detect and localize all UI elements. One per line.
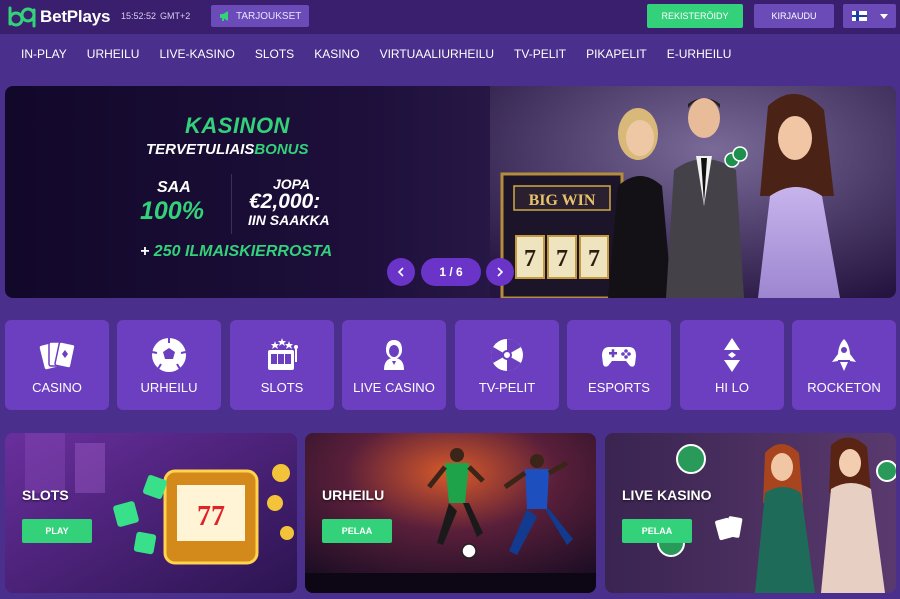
chevron-left-icon [397,267,404,277]
urheilu-card[interactable]: URHEILU PELAA [305,433,596,593]
language-selector[interactable] [843,4,896,28]
carousel-counter: 1 / 6 [421,258,481,286]
top-bar: BetPlays 15:52:52 GMT+2 TARJOUKSET REKIST… [0,0,900,34]
logo[interactable]: BetPlays [8,6,110,28]
clock-time: 15:52:52 [121,11,157,21]
nav-item-live-kasino[interactable]: LIVE-KASINO [149,47,244,61]
slots-card-image: 77 [5,433,297,593]
slot-reel-1: 7 [524,246,536,272]
sports-card-image [305,433,596,593]
hero-percent: 100% [140,197,204,225]
promotions-button[interactable]: TARJOUKSET [211,5,310,27]
play-button[interactable]: PLAY [22,519,92,543]
category-label: HI LO [715,380,749,395]
slots-card[interactable]: 77 SLOTS PLAY [5,433,297,593]
register-button[interactable]: REKISTERÖIDY [647,4,743,28]
live-dealer-icon [384,340,404,370]
category-casino[interactable]: CASINO [5,320,109,410]
nav-item-pikapelit[interactable]: PIKAPELIT [576,47,657,61]
brand-name: BetPlays [40,7,111,26]
logo-icon [8,6,36,28]
slot-sign: BIG WIN [529,192,596,209]
hero-amount: €2,000: [249,190,321,213]
category-slots[interactable]: SLOTS [230,320,334,410]
card-title: LIVE KASINO [622,487,712,503]
category-tv-pelit[interactable]: TV-PELIT [455,320,559,410]
category-rocketon[interactable]: ROCKETON [792,320,896,410]
slot-reel-2: 7 [556,246,568,272]
category-label: TV-PELIT [478,380,536,395]
cards-icon [39,341,76,370]
category-label: ROCKETON [807,380,881,395]
category-label: SLOTS [260,380,304,395]
play-button[interactable]: PELAA [622,519,692,543]
megaphone-icon [220,11,228,21]
category-tiles: CASINO URHEILU SLOTS LIVE CASINO TV-PELI… [5,320,896,410]
hero-subline: TERVETULIAISBONUS [146,141,309,158]
hero-text: KASINON TERVETULIAISBONUS SAA 100% JOPA … [5,86,425,298]
category-label: LIVE CASINO [353,380,435,395]
main-nav: IN-PLAY URHEILU LIVE-KASINO SLOTS KASINO… [0,34,900,74]
football-icon [151,338,187,372]
category-label: ESPORTS [588,380,650,395]
svg-text:77: 77 [197,501,225,532]
play-button[interactable]: PELAA [322,519,392,543]
nav-item-slots[interactable]: SLOTS [245,47,304,61]
nav-item-e-urheilu[interactable]: E-URHEILU [657,47,742,61]
login-button[interactable]: KIRJAUDU [754,4,834,28]
slot-reel-3: 7 [588,246,600,272]
hero-spins-text: 250 ILMAISKIERROSTA [153,243,333,260]
hero-image: BIG WIN 7 7 7 [490,86,896,298]
wheel-icon [490,338,523,372]
clock: 15:52:52 GMT+2 [121,11,190,21]
card-title: URHEILU [322,487,385,503]
nav-item-urheilu[interactable]: URHEILU [77,47,150,61]
finland-flag-icon [852,11,867,21]
category-live-casino[interactable]: LIVE CASINO [342,320,446,410]
clock-timezone: GMT+2 [160,11,191,21]
hero-divider [231,174,232,234]
hero-banner[interactable]: BIG WIN 7 7 7 KASINON TERVETULIAISBONUS … [5,86,896,298]
hi-lo-icon [724,338,740,372]
chevron-right-icon [497,267,504,277]
category-hi-lo[interactable]: HI LO [680,320,784,410]
hero-free-spins: + 250 ILMAISKIERROSTA [140,243,332,261]
hero-subline-a: TERVETULIAIS [146,141,255,158]
hero-saa: SAA [157,179,191,196]
hero-subline-b: BONUS [254,141,309,158]
nav-item-in-play[interactable]: IN-PLAY [11,47,77,61]
nav-item-virtuaaliurheilu[interactable]: VIRTUAALIURHEILU [370,47,504,61]
promotions-label: TARJOUKSET [236,10,302,22]
chevron-down-icon [880,13,888,19]
live-casino-card-image [605,433,896,593]
live-kasino-card[interactable]: LIVE KASINO PELAA [605,433,896,593]
nav-item-tv-pelit[interactable]: TV-PELIT [504,47,576,61]
category-esports[interactable]: ESPORTS [567,320,671,410]
category-label: URHEILU [140,380,198,395]
carousel-next-button[interactable] [486,258,514,286]
nav-item-kasino[interactable]: KASINO [304,47,369,61]
rocket-icon [832,339,856,371]
carousel-prev-button[interactable] [387,258,415,286]
category-label: CASINO [32,380,82,395]
hero-spins-plus: + [140,243,154,260]
card-title: SLOTS [22,487,69,503]
hero-iin-saakka: IIN SAAKKA [248,212,330,228]
gamepad-icon [602,347,636,367]
hero-headline: KASINON [185,113,290,138]
slot-machine-icon [268,338,298,370]
category-urheilu[interactable]: URHEILU [117,320,221,410]
